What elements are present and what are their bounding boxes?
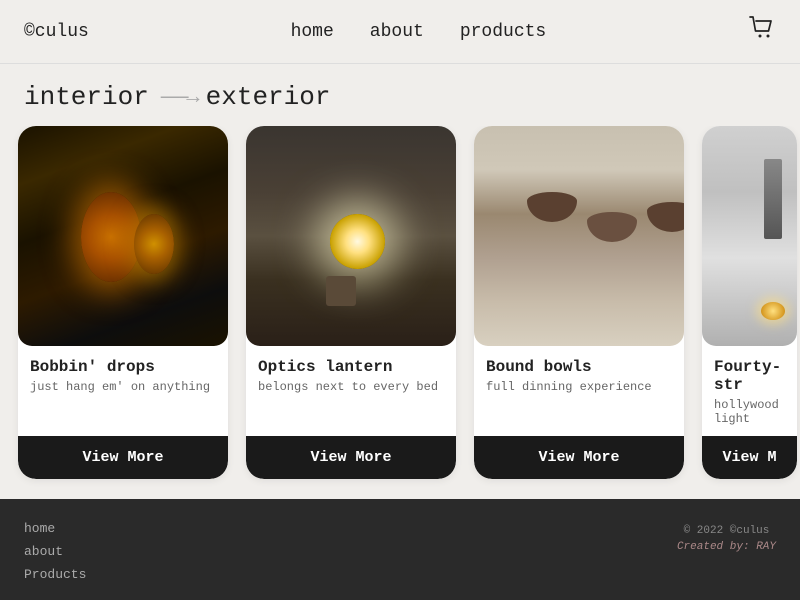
product-card-bobbin: Bobbin' drops just hang em' on anything … (18, 126, 228, 479)
product-card-bowls: Bound bowls full dinning experience View… (474, 126, 684, 479)
view-more-bobbin[interactable]: View More (18, 436, 228, 479)
card-title-bowls: Bound bowls (486, 358, 672, 376)
nav-home[interactable]: home (291, 22, 334, 42)
product-image-bowls (474, 126, 684, 346)
view-more-fourty[interactable]: View M (702, 436, 797, 479)
footer-created-label: Created by: (677, 541, 750, 553)
footer: home about Products © 2022 ©culus Create… (0, 499, 800, 600)
nav-products[interactable]: products (460, 22, 546, 42)
card-desc-fourty: hollywood light (714, 398, 785, 426)
card-body-optics: Optics lantern belongs next to every bed (246, 346, 456, 436)
hero-arrow: –––→ (159, 85, 196, 110)
card-body-bobbin: Bobbin' drops just hang em' on anything (18, 346, 228, 436)
card-desc-bowls: full dinning experience (486, 380, 672, 394)
card-body-fourty: Fourty-str hollywood light (702, 346, 797, 436)
card-title-optics: Optics lantern (258, 358, 444, 376)
footer-link-home[interactable]: home (24, 521, 86, 536)
hero-text: interior –––→ exterior (0, 64, 800, 126)
hero-right: exterior (206, 82, 331, 112)
view-more-bowls[interactable]: View More (474, 436, 684, 479)
nav-about[interactable]: about (370, 22, 424, 42)
footer-links: home about Products (24, 521, 86, 582)
main-nav: home about products (291, 22, 547, 42)
cart-icon[interactable] (748, 14, 776, 49)
footer-created: Created by: RAY (677, 541, 776, 553)
footer-copyright: © 2022 ©culus (677, 525, 776, 537)
footer-right: © 2022 ©culus Created by: RAY (677, 521, 776, 553)
footer-link-about[interactable]: about (24, 544, 86, 559)
card-desc-optics: belongs next to every bed (258, 380, 444, 394)
header: ©culus home about products (0, 0, 800, 64)
card-title-bobbin: Bobbin' drops (30, 358, 216, 376)
footer-link-products[interactable]: Products (24, 567, 86, 582)
logo[interactable]: ©culus (24, 22, 89, 42)
card-title-fourty: Fourty-str (714, 358, 785, 394)
card-desc-bobbin: just hang em' on anything (30, 380, 216, 394)
product-image-fourty (702, 126, 797, 346)
product-image-bobbin (18, 126, 228, 346)
hero-left: interior (24, 82, 149, 112)
product-cards: Bobbin' drops just hang em' on anything … (0, 126, 800, 499)
product-card-fourty: Fourty-str hollywood light View M (702, 126, 797, 479)
footer-created-by: RAY (756, 541, 776, 553)
card-body-bowls: Bound bowls full dinning experience (474, 346, 684, 436)
product-card-optics: Optics lantern belongs next to every bed… (246, 126, 456, 479)
view-more-optics[interactable]: View More (246, 436, 456, 479)
product-image-optics (246, 126, 456, 346)
